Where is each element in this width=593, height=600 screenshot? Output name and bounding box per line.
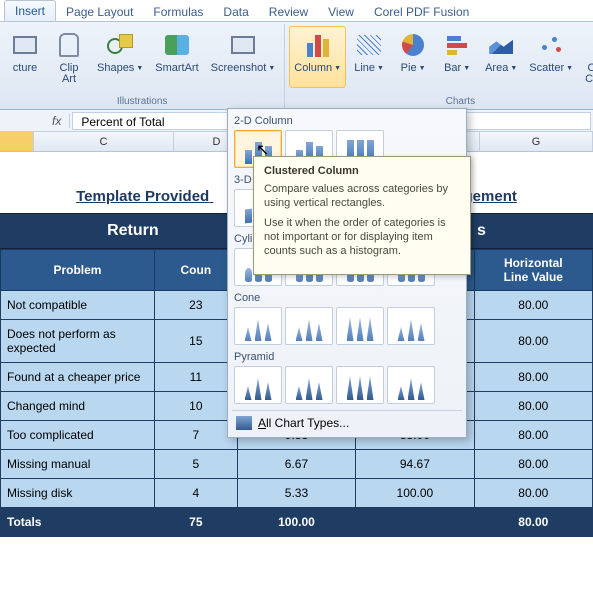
row-header-gutter[interactable] xyxy=(0,132,34,151)
ribbon-tabs: Insert Page Layout Formulas Data Review … xyxy=(0,0,593,22)
gallery-section-cone: Cone xyxy=(232,290,462,307)
all-chart-types[interactable]: All Chart Types... xyxy=(232,410,462,435)
tab-view[interactable]: View xyxy=(318,2,364,21)
cell-hlv[interactable]: 80.00 xyxy=(474,363,592,392)
pie-chart-button[interactable]: Pie▼ xyxy=(392,26,434,88)
tooltip-clustered-column: Clustered Column Compare values across c… xyxy=(253,156,471,275)
scatter-chart-icon xyxy=(540,35,562,55)
cell-problem[interactable]: Missing disk xyxy=(1,479,155,508)
tooltip-line1: Compare values across categories by usin… xyxy=(264,182,460,210)
area-chart-button[interactable]: Area▼ xyxy=(480,26,522,88)
tab-corel-pdf[interactable]: Corel PDF Fusion xyxy=(364,2,479,21)
tab-insert[interactable]: Insert xyxy=(4,0,56,21)
stacked-cone[interactable] xyxy=(285,307,333,345)
shapes-button[interactable]: Shapes▼ xyxy=(92,26,148,88)
cell-pct[interactable]: 6.67 xyxy=(237,450,355,479)
stacked-pyramid[interactable] xyxy=(285,366,333,404)
th-problem: Problem xyxy=(1,250,155,291)
clustered-cone[interactable] xyxy=(234,307,282,345)
clipart-icon xyxy=(59,33,79,57)
shapes-icon xyxy=(107,34,133,56)
tooltip-title: Clustered Column xyxy=(264,165,460,177)
cell-count[interactable]: 10 xyxy=(154,392,237,421)
tab-review[interactable]: Review xyxy=(259,2,318,21)
column-chart-button[interactable]: Column▼ xyxy=(289,26,346,88)
clipart-button[interactable]: Clip Art xyxy=(48,26,90,88)
screenshot-icon xyxy=(231,36,255,54)
cell-count[interactable]: 4 xyxy=(154,479,237,508)
th-hlv: Horizontal Line Value xyxy=(474,250,592,291)
cell-problem[interactable]: Does not perform as expected xyxy=(1,320,155,363)
all-chart-types-label: ll Chart Types... xyxy=(266,416,349,430)
cell-count[interactable]: 23 xyxy=(154,291,237,320)
cell-hlv[interactable]: 80.00 xyxy=(474,392,592,421)
gallery-section-pyramid: Pyramid xyxy=(232,349,462,366)
chevron-down-icon: ▼ xyxy=(334,63,341,74)
cell-count[interactable]: 5 xyxy=(154,450,237,479)
chart-icon xyxy=(236,416,252,430)
col-c[interactable]: C xyxy=(34,132,174,151)
totals-row: Totals 75 100.00 80.00 xyxy=(1,508,593,537)
tab-page-layout[interactable]: Page Layout xyxy=(56,2,143,21)
group-illustrations: cture Clip Art Shapes▼ SmartArt Screensh… xyxy=(0,24,285,109)
th-count: Coun xyxy=(154,250,237,291)
tab-formulas[interactable]: Formulas xyxy=(143,2,213,21)
table-row[interactable]: Missing disk45.33100.0080.00 xyxy=(1,479,593,508)
cell-problem[interactable]: Found at a cheaper price xyxy=(1,363,155,392)
cell-problem[interactable]: Not compatible xyxy=(1,291,155,320)
cell-hlv[interactable]: 80.00 xyxy=(474,421,592,450)
cell-problem[interactable]: Changed mind xyxy=(1,392,155,421)
bar-chart-icon xyxy=(447,36,467,55)
group-charts: Column▼ Line▼ Pie▼ Bar▼ Area▼ Scatter▼ O… xyxy=(285,24,593,109)
cell-count[interactable]: 7 xyxy=(154,421,237,450)
other-charts-button[interactable]: Other Charts▼ xyxy=(580,26,593,88)
bar-chart-button[interactable]: Bar▼ xyxy=(436,26,478,88)
cell-count[interactable]: 11 xyxy=(154,363,237,392)
ribbon: cture Clip Art Shapes▼ SmartArt Screensh… xyxy=(0,22,593,110)
cell-hlv[interactable]: 80.00 xyxy=(474,291,592,320)
chevron-down-icon: ▼ xyxy=(136,63,143,74)
tooltip-line2: Use it when the order of categories is n… xyxy=(264,216,460,258)
cell-cum[interactable]: 100.00 xyxy=(356,479,474,508)
scatter-chart-button[interactable]: Scatter▼ xyxy=(524,26,578,88)
tab-data[interactable]: Data xyxy=(213,2,258,21)
cell-cum[interactable]: 94.67 xyxy=(356,450,474,479)
clustered-pyramid[interactable] xyxy=(234,366,282,404)
smartart-button[interactable]: SmartArt xyxy=(150,26,203,88)
col-g[interactable]: G xyxy=(480,132,593,151)
stacked100-cone[interactable] xyxy=(336,307,384,345)
cell-hlv[interactable]: 80.00 xyxy=(474,320,592,363)
line-chart-icon xyxy=(357,35,381,55)
stacked100-pyramid[interactable] xyxy=(336,366,384,404)
cell-pct[interactable]: 5.33 xyxy=(237,479,355,508)
pyramid-3d[interactable] xyxy=(387,366,435,404)
cell-count[interactable]: 15 xyxy=(154,320,237,363)
table-row[interactable]: Missing manual56.6794.6780.00 xyxy=(1,450,593,479)
fx-icon[interactable]: fx xyxy=(44,114,70,128)
gallery-section-2d: 2-D Column xyxy=(232,113,462,130)
smartart-icon xyxy=(165,35,189,55)
screenshot-button[interactable]: Screenshot▼ xyxy=(206,26,281,88)
line-chart-button[interactable]: Line▼ xyxy=(348,26,390,88)
cone-3d[interactable] xyxy=(387,307,435,345)
cell-hlv[interactable]: 80.00 xyxy=(474,450,592,479)
cell-problem[interactable]: Missing manual xyxy=(1,450,155,479)
area-chart-icon xyxy=(489,36,513,54)
picture-button[interactable]: cture xyxy=(4,26,46,88)
column-chart-icon xyxy=(307,33,329,57)
chevron-down-icon: ▼ xyxy=(268,63,275,74)
picture-icon xyxy=(13,36,37,54)
cell-problem[interactable]: Too complicated xyxy=(1,421,155,450)
pie-chart-icon xyxy=(402,34,424,56)
cell-hlv[interactable]: 80.00 xyxy=(474,479,592,508)
